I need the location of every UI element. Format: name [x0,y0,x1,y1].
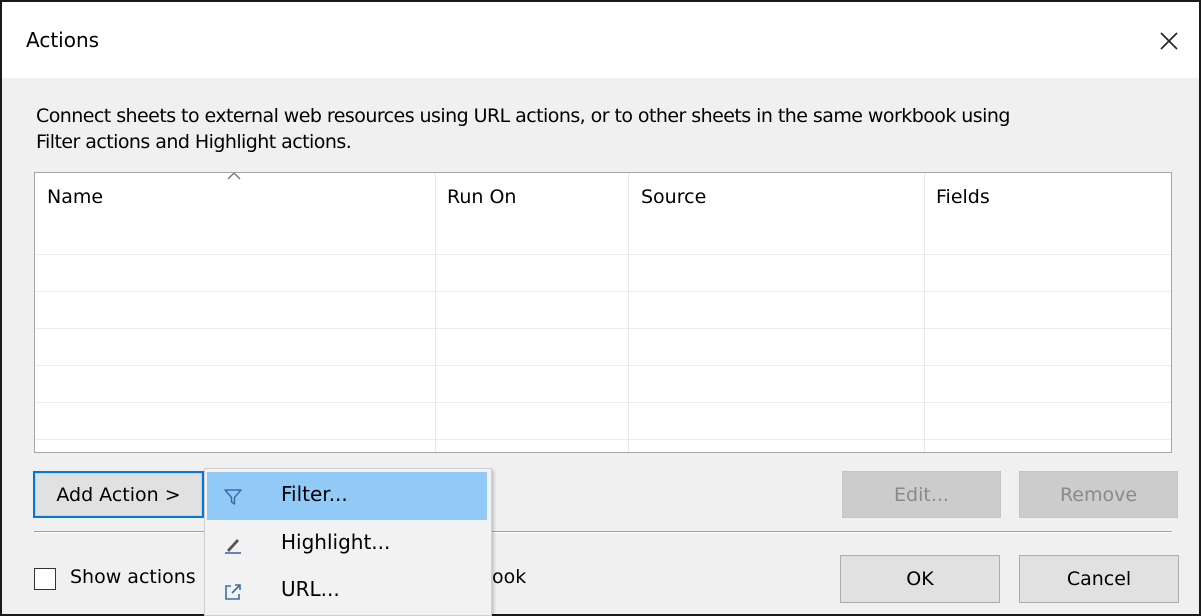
actions-table[interactable]: Name Run On Source Fields [34,172,1172,453]
table-row-line [35,365,1171,366]
column-header-run-on[interactable]: Run On [447,186,516,208]
column-separator[interactable] [435,173,436,452]
add-action-menu: Filter... Highlight... URL... [204,468,492,616]
menu-item-highlight[interactable]: Highlight... [207,520,487,568]
column-separator[interactable] [628,173,629,452]
edit-button[interactable]: Edit... [842,471,1001,518]
close-icon [1160,32,1178,50]
menu-item-label: Filter... [281,482,348,506]
column-header-fields[interactable]: Fields [936,186,990,208]
filter-icon [224,489,242,505]
actions-dialog: Actions Connect sheets to external web r… [0,0,1201,616]
menu-item-filter[interactable]: Filter... [207,472,487,520]
show-actions-label[interactable]: Show actions [70,566,196,588]
column-header-name[interactable]: Name [47,186,103,208]
menu-item-label: URL... [281,577,340,601]
column-separator[interactable] [924,173,925,452]
column-header-source[interactable]: Source [641,186,706,208]
table-row-line [35,402,1171,403]
close-button[interactable] [1152,24,1186,58]
show-actions-checkbox[interactable] [34,568,56,590]
external-link-icon [225,584,241,600]
description-line-1: Connect sheets to external web resources… [36,105,1010,127]
table-row-line [35,254,1171,255]
highlighter-icon [225,539,241,554]
description-line-2: Filter actions and Highlight actions. [36,131,352,153]
add-action-button[interactable]: Add Action > [33,471,204,518]
table-row-line [35,328,1171,329]
ok-button[interactable]: OK [840,555,1000,603]
dialog-description: Connect sheets to external web resources… [36,103,1186,155]
dialog-title: Actions [26,28,100,52]
title-bar: Actions [2,2,1199,78]
show-actions-label-end[interactable]: ook [492,566,526,588]
cancel-button[interactable]: Cancel [1019,555,1179,603]
table-row-line [35,291,1171,292]
remove-button[interactable]: Remove [1019,471,1178,518]
menu-item-url[interactable]: URL... [207,567,487,615]
table-row-line [35,439,1171,440]
menu-item-label: Highlight... [281,530,391,554]
sort-ascending-icon [227,173,241,180]
